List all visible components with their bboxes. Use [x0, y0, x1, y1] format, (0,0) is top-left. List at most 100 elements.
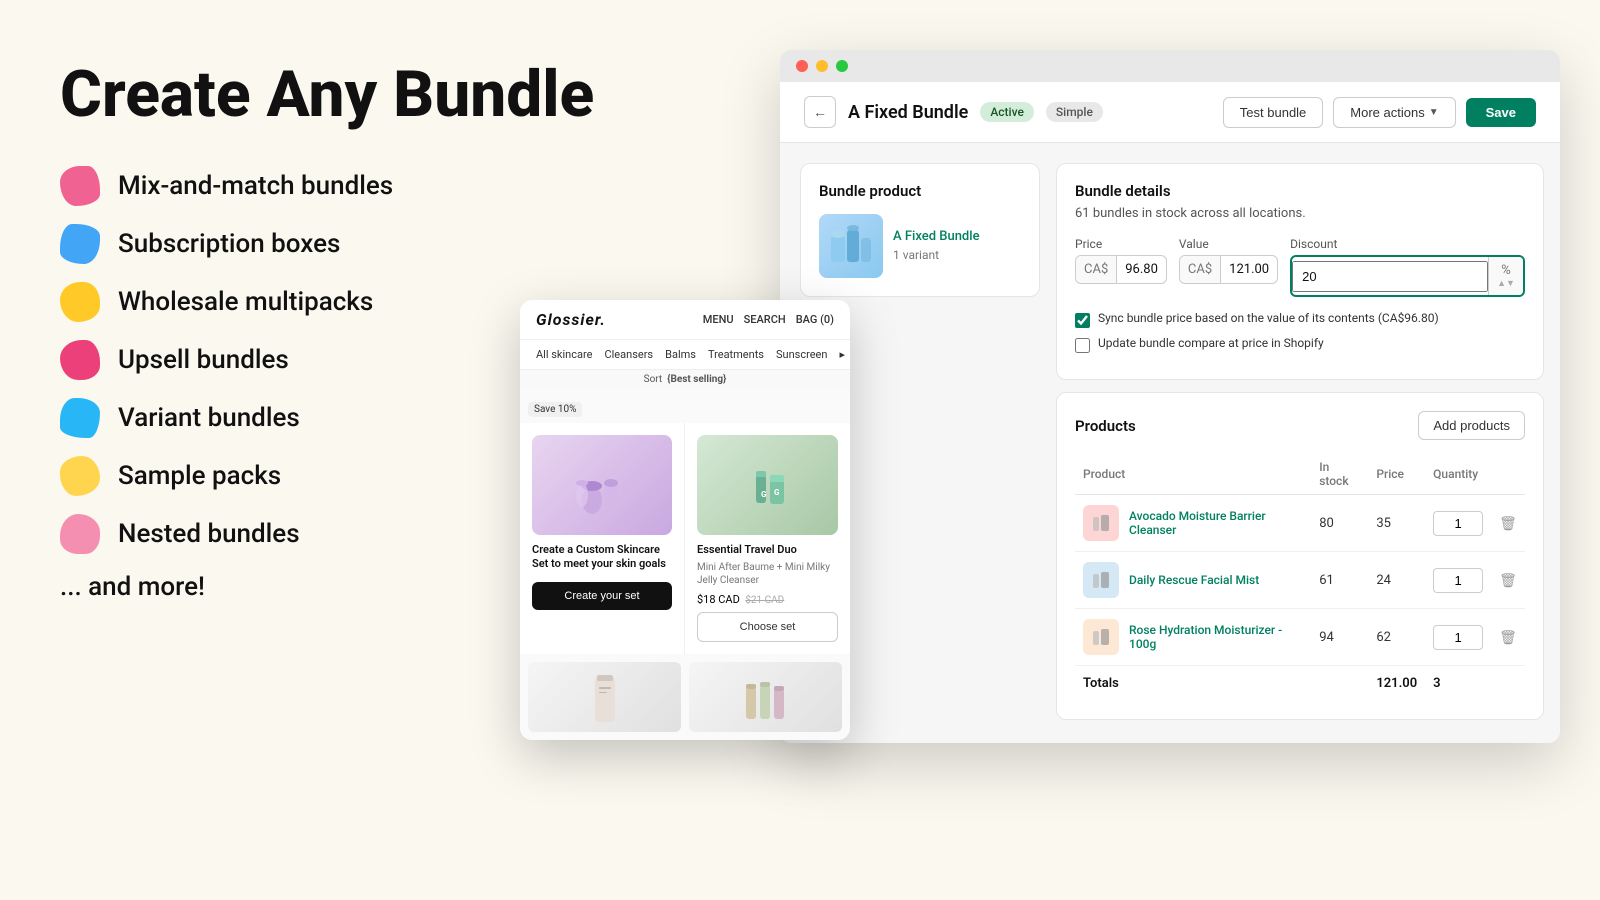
products-title: Products [1075, 417, 1136, 435]
compare-price-checkbox-row: Update bundle compare at price in Shopif… [1075, 336, 1525, 353]
store-product-2-button[interactable]: Choose set [697, 612, 838, 642]
sync-price-checkbox-row: Sync bundle price based on the value of … [1075, 311, 1525, 328]
totals-row: Totals 121.00 3 [1075, 666, 1525, 702]
price-row: Price CA$ 96.80 Value CA$ [1075, 237, 1525, 297]
add-products-button[interactable]: Add products [1418, 411, 1525, 440]
col-price: Price [1368, 454, 1425, 495]
sync-price-checkbox[interactable] [1075, 313, 1090, 328]
product-instock-2: 94 [1311, 609, 1368, 666]
right-panel: ← A Fixed Bundle Active Simple Test bund… [780, 50, 1560, 743]
product-cell-2: Rose Hydration Moisturizer - 100g [1075, 609, 1311, 666]
cat-balms[interactable]: Balms [665, 348, 696, 361]
store-product-2-subtitle: Mini After Baume + Mini Milky Jelly Clea… [697, 561, 838, 587]
product-delete-button-0[interactable]: 🗑 [1499, 515, 1517, 532]
product-delete-button-2[interactable]: 🗑 [1499, 629, 1517, 646]
product-qty-input-2[interactable] [1433, 625, 1483, 650]
col-instock: In stock [1311, 454, 1368, 495]
store-preview: Glossier. MENU SEARCH BAG (0) All skinca… [520, 300, 850, 740]
cat-more[interactable]: ▸ [839, 348, 845, 361]
more-actions-button[interactable]: More actions ▼ [1333, 97, 1455, 128]
store-product-2-image: G G [697, 435, 838, 535]
col-product: Product [1075, 454, 1311, 495]
product-price-1: 24 [1368, 552, 1425, 609]
bundle-product-link[interactable]: A Fixed Bundle [893, 229, 1021, 244]
product-link-1[interactable]: Daily Rescue Facial Mist [1129, 573, 1259, 587]
cat-cleansers[interactable]: Cleansers [604, 348, 653, 361]
browser-window: ← A Fixed Bundle Active Simple Test bund… [780, 50, 1560, 743]
product-link-2[interactable]: Rose Hydration Moisturizer - 100g [1129, 623, 1303, 651]
totals-empty [1311, 666, 1368, 702]
bundle-product-card: Bundle product [800, 163, 1040, 297]
product-thumb-0 [1083, 505, 1119, 541]
store-nav-bag[interactable]: BAG (0) [796, 313, 834, 326]
main-title: Create Any Bundle [60, 60, 620, 130]
product-instock-1: 61 [1311, 552, 1368, 609]
back-button[interactable]: ← [804, 96, 836, 128]
product-link-0[interactable]: Avocado Moisture Barrier Cleanser [1129, 509, 1303, 537]
store-nav-search[interactable]: SEARCH [744, 313, 786, 326]
admin-panel: ← A Fixed Bundle Active Simple Test bund… [780, 82, 1560, 743]
price-value: 96.80 [1117, 256, 1166, 283]
discount-field: Discount % ▲▼ [1290, 237, 1525, 297]
store-product-2: G G Essential Travel Duo Mini After Baum… [685, 423, 850, 654]
product-qty-cell-2 [1425, 609, 1491, 666]
price-label: Price [1075, 237, 1167, 251]
product-row-info-1: Daily Rescue Facial Mist [1083, 562, 1303, 598]
product-delete-cell-2: 🗑 [1491, 609, 1525, 666]
sort-value: {Best selling} [667, 374, 726, 385]
feature-label-mix-match: Mix-and-match bundles [118, 171, 393, 201]
svg-text:G: G [761, 490, 767, 499]
blob-wholesale [60, 282, 100, 322]
test-bundle-button[interactable]: Test bundle [1223, 97, 1324, 128]
store-product-1-button[interactable]: Create your set [532, 582, 672, 610]
admin-header: ← A Fixed Bundle Active Simple Test bund… [780, 82, 1560, 143]
store-bottom-img-2 [689, 662, 842, 732]
sync-price-label: Sync bundle price based on the value of … [1098, 311, 1439, 325]
compare-price-checkbox[interactable] [1075, 338, 1090, 353]
admin-header-right: Test bundle More actions ▼ Save [1223, 97, 1536, 128]
bundle-details-card: Bundle details 61 bundles in stock acros… [1056, 163, 1544, 380]
store-product-2-price: $18 CAD $21 CAD [697, 593, 838, 606]
price-input-wrap: CA$ 96.80 [1075, 255, 1167, 284]
price-currency: CA$ [1076, 256, 1117, 283]
product-delete-button-1[interactable]: 🗑 [1499, 572, 1517, 589]
totals-label: Totals [1075, 666, 1311, 702]
chevron-down-icon: ▼ [1429, 107, 1439, 118]
feature-label-wholesale: Wholesale multipacks [118, 287, 373, 317]
col-quantity: Quantity [1425, 454, 1491, 495]
admin-header-left: ← A Fixed Bundle Active Simple [804, 96, 1103, 128]
compare-price-label: Update bundle compare at price in Shopif… [1098, 336, 1324, 350]
discount-suffix: % ▲▼ [1488, 257, 1523, 295]
discount-input[interactable] [1292, 261, 1488, 292]
cat-treatments[interactable]: Treatments [708, 348, 764, 361]
products-header: Products Add products [1075, 411, 1525, 440]
feature-item-subscription: Subscription boxes [60, 224, 620, 264]
store-product-2-title: Essential Travel Duo [697, 543, 838, 557]
blob-subscription [60, 224, 100, 264]
store-product-1-image [532, 435, 672, 535]
store-categories: All skincare Cleansers Balms Treatments … [520, 340, 850, 370]
feature-label-variant: Variant bundles [118, 403, 300, 433]
col-actions [1491, 454, 1525, 495]
store-logo: Glossier. [536, 310, 606, 329]
discount-label: Discount [1290, 237, 1525, 251]
cat-sunscreen[interactable]: Sunscreen [776, 348, 827, 361]
feature-label-upsell: Upsell bundles [118, 345, 289, 375]
value-field: Value CA$ 121.00 [1179, 237, 1278, 297]
store-nav-links: MENU SEARCH BAG (0) [703, 313, 834, 326]
sort-bar[interactable]: Sort {Best selling} [520, 370, 850, 389]
feature-label-subscription: Subscription boxes [118, 229, 340, 259]
product-qty-input-0[interactable] [1433, 511, 1483, 536]
store-nav-menu[interactable]: MENU [703, 313, 734, 326]
browser-dot-green [836, 60, 848, 72]
admin-right-col: Bundle details 61 bundles in stock acros… [1056, 163, 1544, 723]
product-row-info-0: Avocado Moisture Barrier Cleanser [1083, 505, 1303, 541]
cat-all[interactable]: All skincare [536, 348, 592, 361]
products-table: Product In stock Price Quantity [1075, 454, 1525, 701]
feature-label-nested: Nested bundles [118, 519, 300, 549]
product-qty-input-1[interactable] [1433, 568, 1483, 593]
save-button[interactable]: Save [1466, 98, 1536, 127]
totals-qty: 3 [1425, 666, 1491, 702]
product-row-info-2: Rose Hydration Moisturizer - 100g [1083, 619, 1303, 655]
discount-input-wrap[interactable]: % ▲▼ [1290, 255, 1525, 297]
